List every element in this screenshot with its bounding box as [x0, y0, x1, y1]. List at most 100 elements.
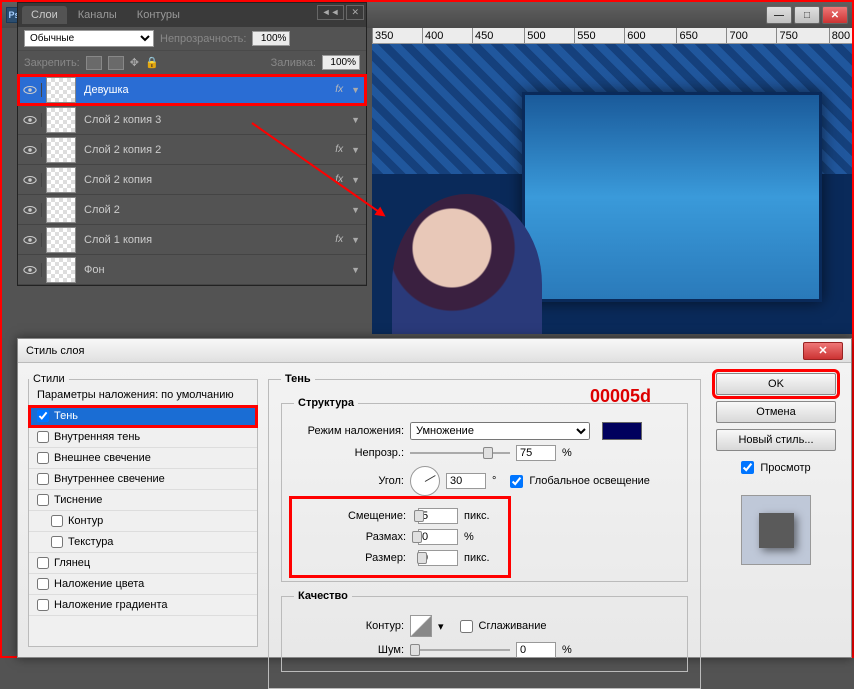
contour-thumbnail[interactable] — [410, 615, 432, 637]
layer-row[interactable]: Слой 1 копияfx▼ — [18, 225, 366, 255]
layer-thumbnail — [46, 197, 76, 223]
drop-shadow-checkbox[interactable] — [37, 410, 49, 422]
layer-name: Девушка — [80, 84, 335, 96]
layer-row[interactable]: Девушкаfx▼ — [18, 75, 366, 105]
shadow-opacity-label: Непрозр.: — [294, 447, 404, 459]
color-overlay-checkbox[interactable] — [37, 578, 49, 590]
lock-position-icon[interactable]: ✥ — [130, 56, 139, 69]
opacity-input[interactable] — [516, 445, 556, 461]
shadow-color-swatch[interactable] — [602, 422, 642, 440]
fx-badge[interactable]: fx — [335, 84, 345, 95]
global-light-label: Глобальное освещение — [529, 475, 650, 487]
layer-row[interactable]: Слой 2▼ — [18, 195, 366, 225]
layer-name: Слой 2 копия 3 — [80, 114, 345, 126]
maximize-button[interactable]: □ — [794, 6, 820, 24]
lock-label: Закрепить: — [24, 57, 80, 69]
noise-label: Шум: — [294, 644, 404, 656]
chevron-down-icon[interactable]: ▼ — [345, 145, 366, 155]
layer-name: Слой 1 копия — [80, 234, 335, 246]
fill-value[interactable]: 100% — [322, 55, 360, 70]
shadow-blend-select[interactable]: Умножение — [410, 422, 590, 440]
dialog-title-bar[interactable]: Стиль слоя ✕ — [18, 339, 851, 363]
tab-channels[interactable]: Каналы — [69, 6, 126, 24]
satin-checkbox[interactable] — [37, 557, 49, 569]
chevron-down-icon[interactable]: ▼ — [345, 265, 366, 275]
style-outer-glow[interactable]: Внешнее свечение — [29, 448, 257, 469]
global-light-checkbox[interactable] — [510, 475, 523, 488]
lock-all-icon[interactable]: 🔒 — [145, 56, 159, 69]
structure-fieldset: Структура Режим наложения: Умножение Неп… — [281, 397, 688, 582]
outer-glow-checkbox[interactable] — [37, 452, 49, 464]
panel-menu-icon[interactable]: ◄◄ — [317, 5, 345, 20]
visibility-icon[interactable] — [18, 233, 42, 247]
visibility-icon[interactable] — [18, 203, 42, 217]
visibility-icon[interactable] — [18, 143, 42, 157]
visibility-icon[interactable] — [18, 113, 42, 127]
layers-panel: Слои Каналы Контуры ◄◄✕ Обычные Непрозра… — [17, 2, 367, 286]
distance-label: Смещение: — [296, 510, 406, 522]
spread-input[interactable] — [418, 529, 458, 545]
distance-input[interactable] — [418, 508, 458, 524]
antialias-checkbox[interactable] — [460, 620, 473, 633]
panel-close-icon[interactable]: ✕ — [346, 5, 364, 20]
style-texture[interactable]: Текстура — [29, 532, 257, 553]
document-canvas[interactable] — [372, 44, 852, 334]
new-style-button[interactable]: Новый стиль... — [716, 429, 836, 451]
style-satin[interactable]: Глянец — [29, 553, 257, 574]
style-blending-options[interactable]: Параметры наложения: по умолчанию — [29, 385, 257, 406]
noise-input[interactable] — [516, 642, 556, 658]
layer-thumbnail — [46, 77, 76, 103]
dialog-close-button[interactable]: ✕ — [803, 342, 843, 360]
visibility-icon[interactable] — [18, 263, 42, 277]
lock-pixels-icon[interactable] — [108, 56, 124, 70]
styles-list-fieldset: Стили Параметры наложения: по умолчанию … — [28, 373, 258, 647]
style-drop-shadow[interactable]: Тень — [29, 406, 257, 427]
ruler-horizontal: 350400450 500550600 650700750 800 — [372, 28, 852, 44]
tab-layers[interactable]: Слои — [22, 6, 67, 24]
layer-thumbnail — [46, 107, 76, 133]
style-color-overlay[interactable]: Наложение цвета — [29, 574, 257, 595]
texture-checkbox[interactable] — [51, 536, 63, 548]
angle-input[interactable] — [446, 473, 486, 489]
inner-shadow-checkbox[interactable] — [37, 431, 49, 443]
cancel-button[interactable]: Отмена — [716, 401, 836, 423]
angle-dial[interactable] — [410, 466, 440, 496]
ok-button[interactable]: OK — [716, 373, 836, 395]
layer-row[interactable]: Слой 2 копия 3▼ — [18, 105, 366, 135]
angle-label: Угол: — [294, 475, 404, 487]
visibility-icon[interactable] — [18, 83, 42, 97]
style-gradient-overlay[interactable]: Наложение градиента — [29, 595, 257, 616]
opacity-value[interactable]: 100% — [252, 31, 290, 46]
chevron-down-icon[interactable]: ▼ — [345, 85, 366, 95]
style-inner-shadow[interactable]: Внутренняя тень — [29, 427, 257, 448]
opacity-label: Непрозрачность: — [160, 33, 246, 45]
preview-checkbox[interactable] — [741, 461, 754, 474]
visibility-icon[interactable] — [18, 173, 42, 187]
layer-row[interactable]: Фон▼ — [18, 255, 366, 285]
inner-glow-checkbox[interactable] — [37, 473, 49, 485]
lock-transparent-icon[interactable] — [86, 56, 102, 70]
layer-thumbnail — [46, 137, 76, 163]
gradient-overlay-checkbox[interactable] — [37, 599, 49, 611]
opacity-slider[interactable] — [410, 446, 510, 460]
fx-badge[interactable]: fx — [335, 144, 345, 155]
minimize-button[interactable]: — — [766, 6, 792, 24]
style-contour[interactable]: Контур — [29, 511, 257, 532]
chevron-down-icon[interactable]: ▼ — [345, 205, 366, 215]
contour-dropdown-icon[interactable]: ▾ — [438, 620, 444, 633]
contour-checkbox[interactable] — [51, 515, 63, 527]
tab-paths[interactable]: Контуры — [128, 6, 189, 24]
chevron-down-icon[interactable]: ▼ — [345, 115, 366, 125]
style-inner-glow[interactable]: Внутреннее свечение — [29, 469, 257, 490]
style-bevel[interactable]: Тиснение — [29, 490, 257, 511]
layer-row[interactable]: Слой 2 копияfx▼ — [18, 165, 366, 195]
blend-mode-select[interactable]: Обычные — [24, 30, 154, 47]
preview-thumbnail — [741, 495, 811, 565]
bevel-checkbox[interactable] — [37, 494, 49, 506]
fx-badge[interactable]: fx — [335, 234, 345, 245]
noise-slider[interactable] — [410, 643, 510, 657]
layer-row[interactable]: Слой 2 копия 2fx▼ — [18, 135, 366, 165]
close-button[interactable]: ✕ — [822, 6, 848, 24]
chevron-down-icon[interactable]: ▼ — [345, 235, 366, 245]
chevron-down-icon[interactable]: ▼ — [345, 175, 366, 185]
